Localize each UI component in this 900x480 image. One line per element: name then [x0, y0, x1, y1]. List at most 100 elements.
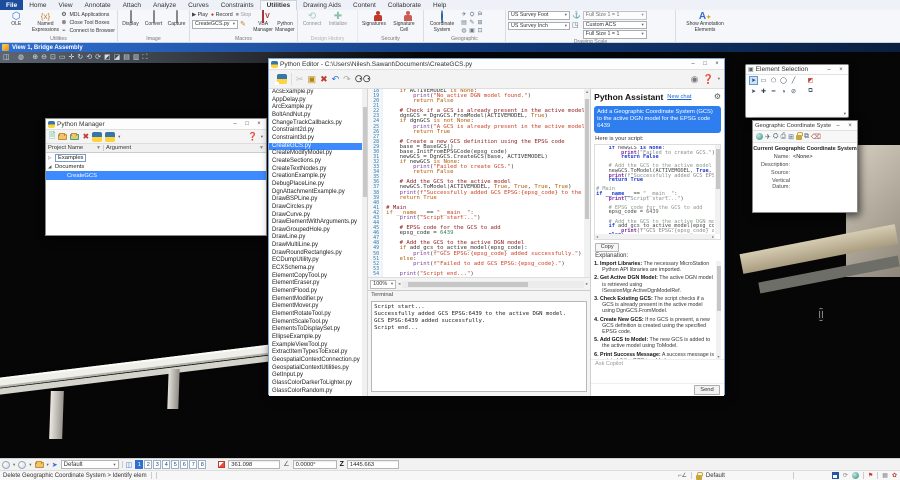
open-folder-icon[interactable] [58, 134, 67, 140]
send-button[interactable]: Send [694, 385, 720, 395]
file-item[interactable]: GlassColorDarkerToLighter.py [269, 380, 367, 388]
nav-caret-2[interactable]: ▾ [29, 462, 31, 468]
copy-button[interactable]: Copy [595, 243, 619, 252]
file-item[interactable]: AcsExample.py [269, 89, 367, 97]
file-item[interactable]: DgnAttachmentExample.py [269, 189, 367, 197]
help-icon[interactable]: ❓ [248, 132, 258, 141]
ribbon-tab-attach[interactable]: Attach [117, 0, 147, 10]
ribbon-tab-curves[interactable]: Curves [182, 0, 215, 10]
file-item[interactable]: DrawCurve.py [269, 212, 367, 220]
file-item[interactable]: GetInput.py [269, 372, 367, 380]
coordinate-system-button[interactable]: Coordinate System [426, 11, 458, 33]
horizontal-scrollbar[interactable] [402, 281, 583, 288]
models-caret[interactable]: ▾ [47, 462, 49, 468]
file-list-scrollbar[interactable] [362, 89, 367, 396]
expand-caret[interactable]: ▾ [844, 111, 846, 117]
file-item[interactable]: ElementModifier.py [269, 296, 367, 304]
nav-caret-1[interactable]: ▾ [13, 462, 15, 468]
ribbon-tab-file[interactable]: File [0, 0, 23, 10]
file-item[interactable]: ElementsToDisplaySet.py [269, 326, 367, 334]
file-item[interactable]: ElementEraser.py [269, 280, 367, 288]
scale-select-1[interactable]: Full Size 1 = 1▾ [583, 11, 647, 20]
export-icon[interactable]: ⎙ [780, 133, 786, 141]
file-item[interactable]: GlassColorRandom.py [269, 388, 367, 396]
stop-button[interactable]: ■ Stop [236, 12, 252, 18]
geo-status-icon[interactable] [852, 472, 859, 479]
models-folder-icon[interactable] [35, 462, 44, 468]
minimize-button[interactable]: – [833, 121, 843, 130]
new-script-icon[interactable]: 🗎 [49, 130, 55, 144]
file-item[interactable]: ElementRotateTool.py [269, 311, 367, 319]
file-item[interactable]: Constraint2d.py [269, 127, 367, 135]
minimize-button[interactable]: – [824, 65, 834, 74]
ribbon-tab-home[interactable]: Home [23, 0, 52, 10]
reproject-icon[interactable]: ⛭ [773, 133, 779, 141]
nav-circle-2[interactable] [18, 461, 26, 469]
signatures-button[interactable]: Signatures [360, 11, 388, 28]
python-manager-button[interactable]: Python Manager [275, 11, 295, 33]
settings-icon[interactable]: ◉ [691, 74, 699, 85]
select-block-button[interactable]: ▭ [759, 76, 768, 85]
file-item[interactable]: CreateModifyModel.py [269, 150, 367, 158]
design-history-initialize-button[interactable]: ✚ Initialize [326, 11, 350, 28]
ribbon-tab-view[interactable]: View [53, 0, 79, 10]
edit-macro-icon[interactable]: ✎ [240, 20, 246, 28]
play-button[interactable]: ▶ Play [192, 12, 208, 18]
maximize-button[interactable]: □ [242, 120, 252, 129]
ole-button[interactable]: ⬡ OLE [2, 11, 30, 28]
view-toggle-3[interactable]: 3 [153, 460, 161, 469]
select-add-button[interactable]: ✚ [759, 87, 768, 96]
file-item[interactable]: CreateTextNodes.py [269, 166, 367, 174]
view-toggle-4[interactable]: 4 [162, 460, 170, 469]
copy-icon[interactable]: ⧉ [804, 133, 809, 141]
select-new-button[interactable]: ➤ [749, 87, 758, 96]
file-item[interactable]: GeospatialContextConnection.py [269, 357, 367, 365]
select-circle-button[interactable]: ◯ [779, 76, 788, 85]
debug-caret[interactable]: ▾ [118, 134, 120, 140]
element-selection-title-bar[interactable]: ▣ Element Selection – × [746, 65, 848, 75]
file-item[interactable]: CreationExample.py [269, 173, 367, 181]
acs-lock-icon[interactable]: ⚓ [572, 11, 581, 19]
view-toggle-2[interactable]: 2 [144, 460, 152, 469]
remove-icon[interactable]: ✖ [82, 132, 89, 141]
macro-script-select[interactable]: CreateGCS.py▾ [192, 20, 238, 29]
snap-mode-icon[interactable]: ⌐∠ [678, 472, 687, 479]
tree-item-documents[interactable]: ◢Documents [46, 162, 266, 171]
assistant-input[interactable] [594, 367, 721, 383]
filter-icon[interactable]: ▼ [96, 145, 101, 151]
select-subtract-button[interactable]: ━ [769, 87, 778, 96]
named-expressions-button[interactable]: {x} Named Expressions [32, 11, 58, 33]
coordinate-x-field[interactable]: 361.098 [228, 460, 280, 469]
image-capture-button[interactable]: Capture [166, 11, 187, 28]
scroll-left-arrow[interactable]: ◂ [398, 281, 400, 287]
select-none-button[interactable]: ⊘ [789, 87, 798, 96]
python-editor-title-bar[interactable]: Python Editor - C:\Users\Nilesh.Sawant\D… [269, 59, 724, 70]
from-placemark-icon[interactable]: ✈ [765, 133, 771, 141]
select-invert-button[interactable]: ◑ [779, 87, 788, 96]
select-line-button[interactable]: ╱ [789, 76, 798, 85]
image-display-button[interactable]: Display [120, 11, 141, 28]
record-button[interactable]: ● Record [211, 12, 233, 18]
code-scrollbar[interactable]: ▲ [584, 89, 590, 277]
view-toggle-6[interactable]: 6 [180, 460, 188, 469]
code-editor[interactable]: 1819202122232425262728293031323334353637… [368, 89, 590, 277]
details-icon[interactable]: ⊞ [788, 133, 794, 141]
assistant-code-vscrollbar[interactable] [715, 145, 720, 234]
new-chat-link[interactable]: New chat [667, 94, 710, 100]
save-status-icon[interactable] [832, 472, 839, 479]
maximize-button[interactable]: □ [700, 60, 710, 69]
delete-icon[interactable]: ⌫ [811, 133, 821, 141]
lock-icon[interactable] [796, 135, 802, 140]
select-individual-button[interactable]: ➤ [749, 76, 758, 85]
file-item[interactable]: ElementScaleTool.py [269, 319, 367, 327]
close-button[interactable]: × [254, 120, 264, 129]
view-toggle-5[interactable]: 5 [171, 460, 179, 469]
ribbon-tab-content[interactable]: Content [347, 0, 382, 10]
file-item[interactable]: EllipseExample.py [269, 334, 367, 342]
acs-select[interactable]: Custom ACS▾ [583, 21, 647, 30]
file-item[interactable]: ElementMover.py [269, 303, 367, 311]
ribbon-tab-analyze[interactable]: Analyze [147, 0, 182, 10]
file-item[interactable]: DrawMultiLine.py [269, 242, 367, 250]
unit-select-1[interactable]: US Survey Foot▾ [508, 11, 570, 20]
python-manager-column-headers[interactable]: Project Name▼ Argument▼ [46, 144, 266, 153]
